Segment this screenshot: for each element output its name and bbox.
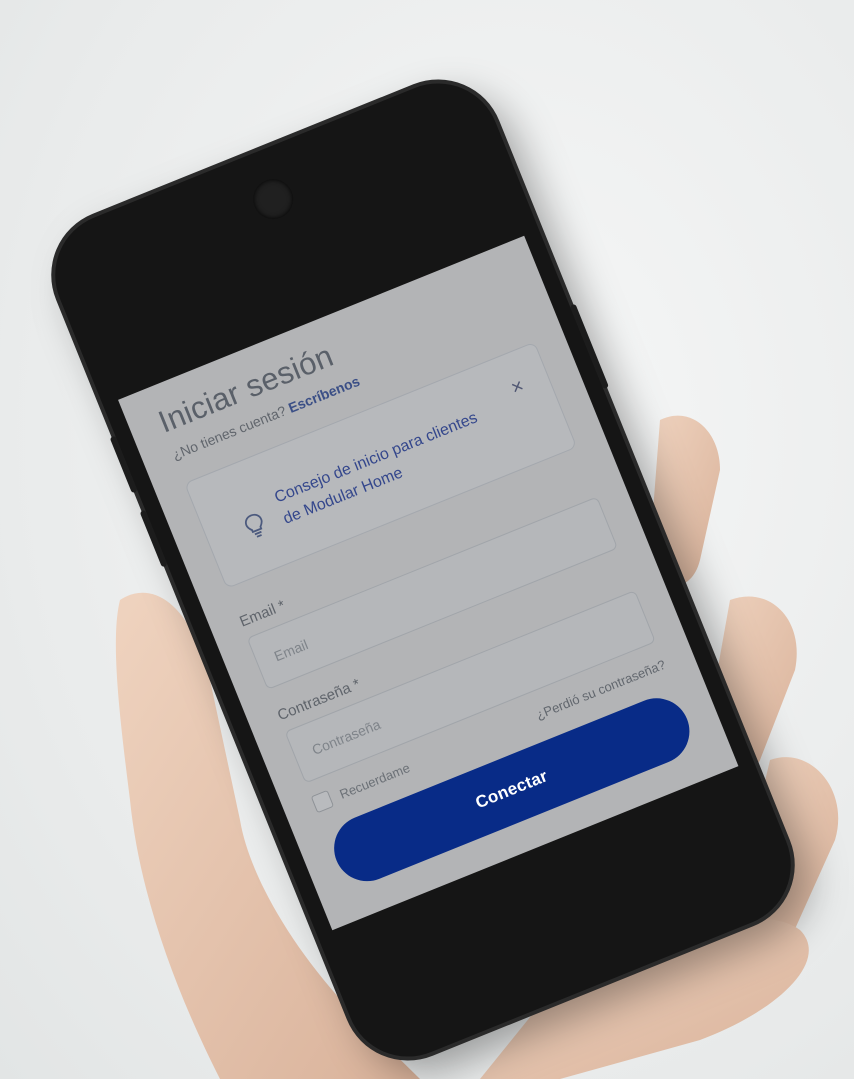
photo-scene: Iniciar sesión ¿No tienes cuenta? Escríb… bbox=[0, 0, 854, 1079]
lightbulb-icon bbox=[244, 513, 263, 538]
remember-checkbox[interactable] bbox=[310, 789, 335, 814]
close-icon[interactable]: × bbox=[508, 375, 527, 401]
tip-text: Consejo de inicio para clientes de Modul… bbox=[272, 409, 480, 528]
